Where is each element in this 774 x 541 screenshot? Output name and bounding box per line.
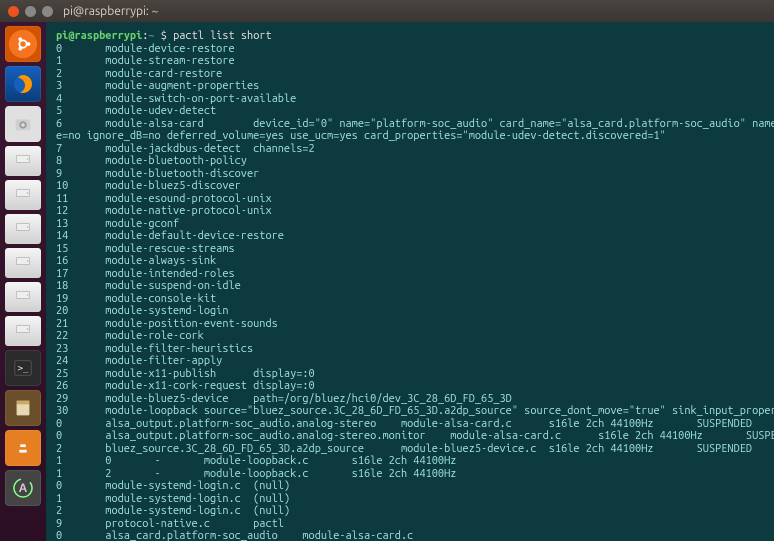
output-line: 9 protocol-native.c pactl — [56, 518, 764, 531]
titlebar[interactable]: pi@raspberrypi: ~ — [0, 0, 774, 23]
output-line: 20 module-systemd-login — [56, 305, 764, 318]
unity-launcher: >_ A — [0, 22, 46, 541]
drive-icon[interactable] — [5, 282, 41, 312]
output-line: 2 module-card-restore — [56, 68, 764, 81]
vlc-icon[interactable] — [5, 430, 41, 466]
output-line: 8 module-bluetooth-policy — [56, 155, 764, 168]
ubuntu-dash-icon[interactable] — [5, 26, 41, 62]
output-line: 1 0 - module-loopback.c s16le 2ch 44100H… — [56, 455, 764, 468]
output-line: 2 bluez_source.3C_28_6D_FD_65_3D.a2dp_so… — [56, 443, 764, 456]
output-line: 30 module-loopback source="bluez_source.… — [56, 405, 764, 418]
output-line: 17 module-intended-roles — [56, 268, 764, 281]
output-line: 19 module-console-kit — [56, 293, 764, 306]
output-line: 0 module-systemd-login.c (null) — [56, 480, 764, 493]
output-line: 21 module-position-event-sounds — [56, 318, 764, 331]
output-line: 5 module-udev-detect — [56, 105, 764, 118]
close-icon[interactable] — [8, 6, 19, 17]
output-line: 23 module-filter-heuristics — [56, 343, 764, 356]
software-updater-icon[interactable]: A — [5, 470, 41, 506]
files-icon[interactable] — [5, 106, 41, 142]
drive-icon[interactable] — [5, 214, 41, 244]
output-line: e=no ignore_dB=no deferred_volume=yes us… — [56, 130, 764, 143]
output-line: 4 module-switch-on-port-available — [56, 93, 764, 106]
output-line: 22 module-role-cork — [56, 330, 764, 343]
output-line: 16 module-always-sink — [56, 255, 764, 268]
output-line: 0 alsa_card.platform-soc_audio module-al… — [56, 530, 764, 541]
terminal-icon[interactable]: >_ — [5, 350, 41, 386]
drive-icon[interactable] — [5, 316, 41, 346]
terminal-window: pi@raspberrypi: ~ >_ A pi@raspberry — [0, 0, 774, 541]
output-line: 3 module-augment-properties — [56, 80, 764, 93]
output-line: 6 module-alsa-card device_id="0" name="p… — [56, 118, 764, 131]
output-line: 24 module-filter-apply — [56, 355, 764, 368]
output-line: 10 module-bluez5-discover — [56, 180, 764, 193]
terminal-body[interactable]: pi@raspberrypi:~ $ pactl list short 0 mo… — [46, 22, 774, 541]
output-line: 11 module-esound-protocol-unix — [56, 193, 764, 206]
prompt-line: pi@raspberrypi:~ $ pactl list short — [56, 30, 764, 43]
prompt-user-host: pi@raspberrypi — [56, 30, 142, 42]
output-line: 1 module-stream-restore — [56, 55, 764, 68]
output-line: 1 2 - module-loopback.c s16le 2ch 44100H… — [56, 468, 764, 481]
output-line: 2 module-systemd-login.c (null) — [56, 505, 764, 518]
drive-icon[interactable] — [5, 248, 41, 278]
svg-text:>_: >_ — [18, 363, 30, 374]
typed-command: pactl list short — [173, 30, 272, 42]
output-line: 26 module-x11-cork-request display=:0 — [56, 380, 764, 393]
svg-text:A: A — [19, 481, 28, 495]
minimize-icon[interactable] — [25, 6, 36, 17]
firefox-icon[interactable] — [5, 66, 41, 102]
output-line: 15 module-rescue-streams — [56, 243, 764, 256]
window-title: pi@raspberrypi: ~ — [63, 5, 158, 18]
output-line: 12 module-native-protocol-unix — [56, 205, 764, 218]
output-line: 13 module-gconf — [56, 218, 764, 231]
output-line: 0 module-device-restore — [56, 43, 764, 56]
drive-icon[interactable] — [5, 180, 41, 210]
output-line: 25 module-x11-publish display=:0 — [56, 368, 764, 381]
maximize-icon[interactable] — [42, 6, 53, 17]
output-line: 9 module-bluetooth-discover — [56, 168, 764, 181]
drive-icon[interactable] — [5, 146, 41, 176]
output-line: 18 module-suspend-on-idle — [56, 280, 764, 293]
output-line: 14 module-default-device-restore — [56, 230, 764, 243]
documents-icon[interactable] — [5, 390, 41, 426]
output-line: 29 module-bluez5-device path=/org/bluez/… — [56, 393, 764, 406]
terminal-output: 0 module-device-restore1 module-stream-r… — [56, 43, 764, 541]
output-line: 7 module-jackdbus-detect channels=2 — [56, 143, 764, 156]
output-line: 0 alsa_output.platform-soc_audio.analog-… — [56, 430, 764, 443]
output-line: 1 module-systemd-login.c (null) — [56, 493, 764, 506]
output-line: 0 alsa_output.platform-soc_audio.analog-… — [56, 418, 764, 431]
